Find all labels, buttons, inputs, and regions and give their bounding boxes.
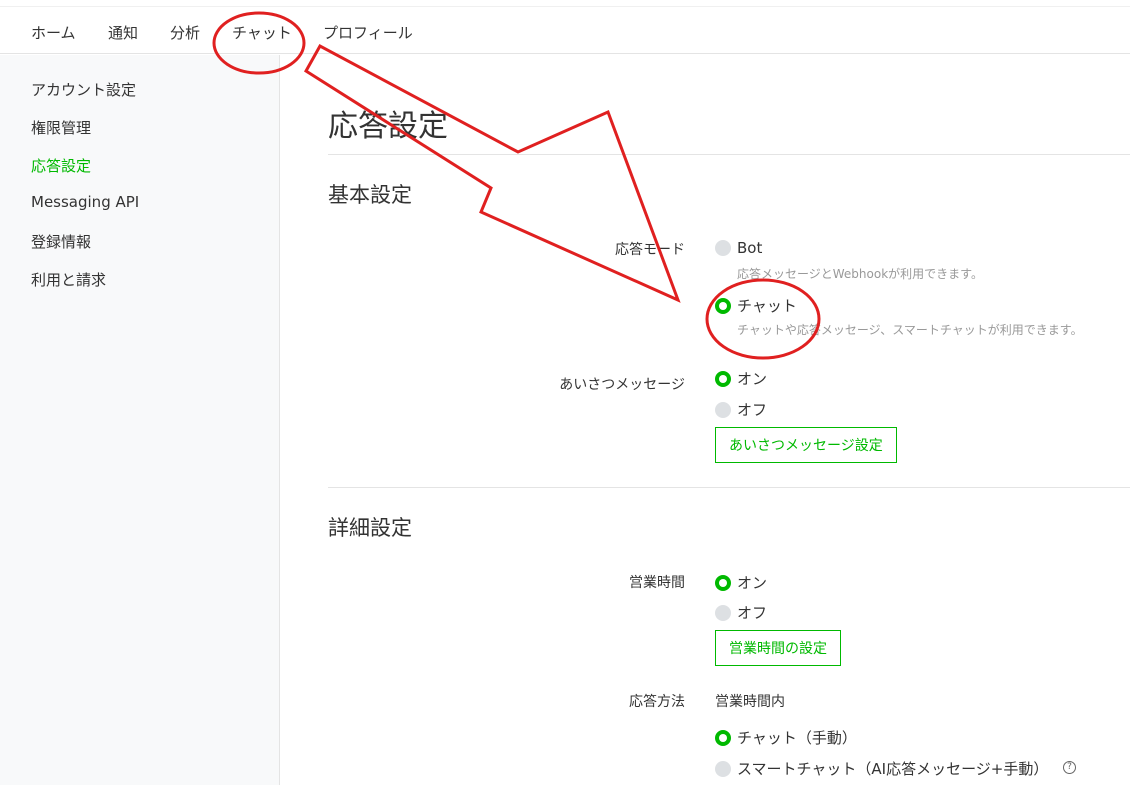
settings-sidebar: アカウント設定 権限管理 応答設定 Messaging API 登録情報 利用と… bbox=[0, 55, 280, 785]
radio-label: チャット（手動） bbox=[737, 729, 857, 747]
radio-label: Bot bbox=[737, 239, 763, 257]
sidebar-item-registration-info[interactable]: 登録情報 bbox=[31, 231, 91, 252]
radio-response-mode-chat[interactable]: チャット bbox=[715, 295, 797, 316]
radio-dot bbox=[715, 574, 731, 591]
radio-dot bbox=[715, 729, 731, 746]
chat-description: チャットや応答メッセージ、スマートチャットが利用できます。 bbox=[737, 323, 1083, 337]
sidebar-item-response-settings[interactable]: 応答設定 bbox=[31, 155, 91, 176]
response-method-label: 応答方法 bbox=[629, 694, 685, 710]
tab-notifications[interactable]: 通知 bbox=[108, 22, 138, 43]
radio-label: オン bbox=[737, 370, 768, 388]
section-title-detail: 詳細設定 bbox=[328, 516, 412, 540]
page-title: 応答設定 bbox=[328, 109, 448, 144]
radio-dot bbox=[715, 401, 731, 418]
bot-description: 応答メッセージとWebhookが利用できます。 bbox=[737, 267, 983, 281]
radio-dot bbox=[715, 760, 731, 777]
top-navigation: ホーム 通知 分析 チャット プロフィール bbox=[0, 6, 1130, 54]
business-hours-label: 営業時間 bbox=[629, 575, 685, 591]
radio-dot bbox=[715, 370, 731, 387]
help-icon[interactable]: ? bbox=[1063, 761, 1076, 774]
radio-label: オフ bbox=[737, 401, 768, 419]
main-content: 応答設定 基本設定 応答モード Bot 応答メッセージとWebhookが利用でき… bbox=[281, 55, 1130, 785]
radio-dot bbox=[715, 297, 731, 314]
radio-dot bbox=[715, 240, 731, 256]
radio-greeting-on[interactable]: オン bbox=[715, 368, 767, 389]
radio-label: スマートチャット（AI応答メッセージ+手動） bbox=[737, 760, 1049, 778]
sidebar-item-messaging-api[interactable]: Messaging API bbox=[31, 193, 139, 211]
divider bbox=[328, 154, 1130, 155]
tab-profile[interactable]: プロフィール bbox=[323, 22, 413, 43]
radio-label: オン bbox=[737, 574, 768, 592]
divider bbox=[328, 487, 1130, 488]
business-hours-settings-button[interactable]: 営業時間の設定 bbox=[715, 630, 841, 666]
radio-greeting-off[interactable]: オフ bbox=[715, 399, 767, 420]
radio-response-mode-bot[interactable]: Bot bbox=[715, 239, 762, 257]
sidebar-item-account-settings[interactable]: アカウント設定 bbox=[31, 79, 136, 100]
radio-response-method-chat-manual[interactable]: チャット（手動） bbox=[715, 727, 857, 748]
radio-business-hours-on[interactable]: オン bbox=[715, 572, 767, 593]
radio-business-hours-off[interactable]: オフ bbox=[715, 602, 767, 623]
greeting-label: あいさつメッセージ bbox=[559, 377, 685, 393]
response-mode-label: 応答モード bbox=[615, 242, 685, 258]
tab-home[interactable]: ホーム bbox=[31, 22, 76, 43]
radio-dot bbox=[715, 604, 731, 621]
sidebar-item-permissions[interactable]: 権限管理 bbox=[31, 117, 91, 138]
tab-analytics[interactable]: 分析 bbox=[170, 22, 200, 43]
radio-label: チャット bbox=[737, 297, 797, 315]
radio-label: オフ bbox=[737, 604, 768, 622]
greeting-settings-button[interactable]: あいさつメッセージ設定 bbox=[715, 427, 897, 463]
section-title-basic: 基本設定 bbox=[328, 183, 412, 207]
sidebar-item-usage-billing[interactable]: 利用と請求 bbox=[31, 269, 106, 290]
business-hours-inside-label: 営業時間内 bbox=[715, 694, 785, 710]
radio-response-method-smart-chat[interactable]: スマートチャット（AI応答メッセージ+手動） bbox=[715, 758, 1048, 779]
tab-chat[interactable]: チャット bbox=[232, 22, 292, 43]
